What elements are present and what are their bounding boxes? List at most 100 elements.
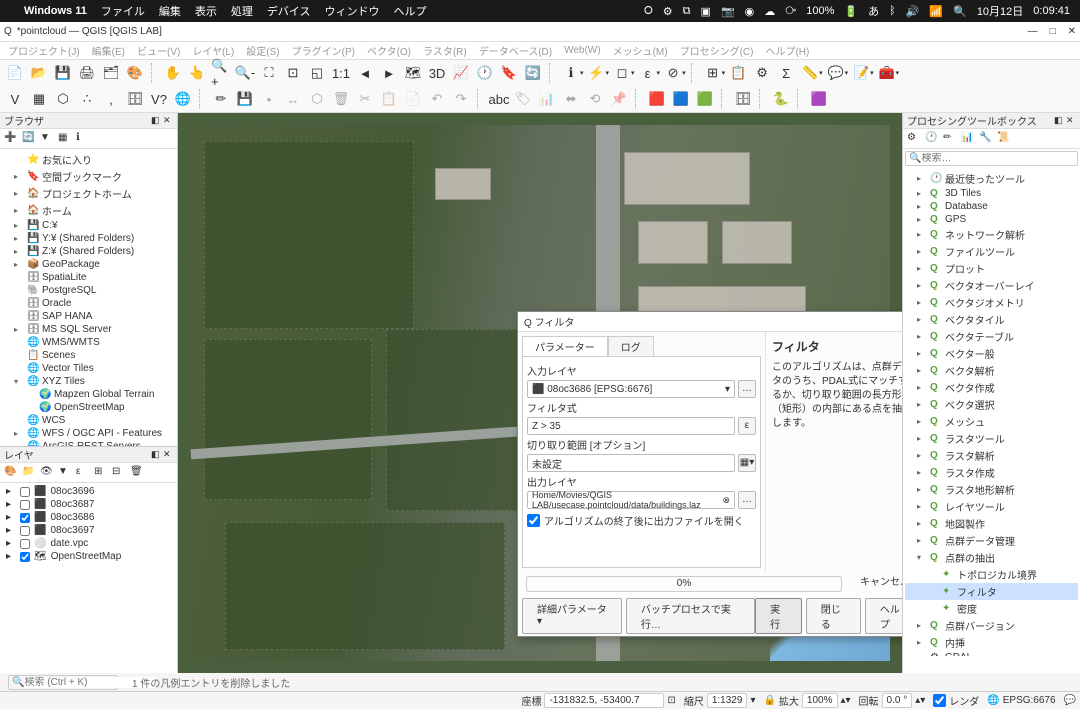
vm-icon[interactable]: ⧉: [683, 5, 691, 18]
model-icon[interactable]: ⚙: [907, 132, 921, 146]
processing-item[interactable]: ▸Qファイルツール: [905, 243, 1078, 260]
qmenu-mesh[interactable]: メッシュ(M): [609, 41, 672, 60]
processing-item[interactable]: ▸Qベクタタイル: [905, 311, 1078, 328]
locator-bar[interactable]: 🔍: [8, 675, 118, 690]
processing-item[interactable]: ▸Qベクター般: [905, 345, 1078, 362]
refresh-icon[interactable]: 🔄: [522, 62, 544, 84]
menu-view[interactable]: 表示: [195, 3, 217, 19]
stats-icon[interactable]: Σ: [775, 62, 797, 84]
layer-item[interactable]: ▸🗺OpenStreetMap: [2, 550, 175, 563]
qmenu-raster[interactable]: ラスタ(R): [419, 41, 471, 60]
script-icon[interactable]: 📜: [997, 132, 1011, 146]
menu-window[interactable]: ウィンドウ: [325, 3, 380, 19]
open-project-icon[interactable]: 📂: [28, 62, 50, 84]
advanced-params-button[interactable]: 詳細パラメータ ▾: [522, 598, 622, 634]
undock-icon[interactable]: ◧: [1054, 115, 1064, 126]
wifi-icon[interactable]: 📶: [929, 5, 943, 18]
tree-item[interactable]: 🌐WCS: [2, 414, 175, 427]
processing-item[interactable]: ✦フィルタ: [905, 583, 1078, 600]
processing-item[interactable]: ▸Qラスタ解析: [905, 447, 1078, 464]
attr-table-icon[interactable]: ⊞: [702, 62, 724, 84]
tree-item[interactable]: ⭐お気に入り: [2, 151, 175, 168]
add-feature-icon[interactable]: •: [258, 88, 280, 110]
tab-log[interactable]: ログ: [608, 336, 654, 356]
cut-icon[interactable]: ✂: [354, 88, 376, 110]
add-pointcloud-icon[interactable]: ∴: [76, 88, 98, 110]
add-spatialite-icon[interactable]: 🗄: [124, 88, 146, 110]
expr-filter-icon[interactable]: ε: [76, 466, 90, 480]
processing-item[interactable]: ▸Qネットワーク解析: [905, 226, 1078, 243]
gear-icon[interactable]: ⚙: [663, 5, 673, 18]
copy-icon[interactable]: 📋: [378, 88, 400, 110]
processing-item[interactable]: ✦トポロジカル境界: [905, 566, 1078, 583]
qmenu-edit[interactable]: 編集(E): [88, 41, 129, 60]
search-input[interactable]: [921, 153, 1074, 164]
select-icon[interactable]: ◻: [611, 62, 633, 84]
menu-help[interactable]: ヘルプ: [394, 3, 427, 19]
qmenu-help[interactable]: ヘルプ(H): [761, 41, 813, 60]
label-tool-icon[interactable]: 🏷: [512, 88, 534, 110]
annotation-icon[interactable]: 📝: [850, 62, 872, 84]
zoom-in-icon[interactable]: 🔍+: [210, 62, 232, 84]
tree-item[interactable]: 🗄SpatiaLite: [2, 271, 175, 284]
close-panel-icon[interactable]: ✕: [163, 115, 173, 126]
tree-item[interactable]: 🌐WMS/WMTS: [2, 336, 175, 349]
filter-expr-input[interactable]: Z > 35: [527, 417, 735, 435]
processing-item[interactable]: ▸Qベクタ選択: [905, 396, 1078, 413]
record-icon[interactable]: ◉: [745, 5, 755, 18]
collapse-icon[interactable]: ▦: [58, 132, 72, 146]
qmenu-processing[interactable]: プロセシング(C): [676, 41, 758, 60]
tree-item[interactable]: 🐘PostgreSQL: [2, 284, 175, 297]
new-layout-icon[interactable]: 🖨: [76, 62, 98, 84]
layer-item[interactable]: ▸⬛08oc3697: [2, 524, 175, 537]
input-icon[interactable]: あ: [868, 3, 879, 19]
tree-item[interactable]: ▸🌐WFS / OGC API - Features: [2, 427, 175, 440]
tree-item[interactable]: ▸🗄MS SQL Server: [2, 323, 175, 336]
extent-button[interactable]: ▦▾: [738, 454, 756, 472]
qmenu-project[interactable]: プロジェクト(J): [4, 41, 84, 60]
processing-search[interactable]: 🔍: [905, 151, 1078, 166]
menu-device[interactable]: デバイス: [267, 3, 311, 19]
filter-br-icon[interactable]: ▼: [40, 132, 54, 146]
style-manager-icon[interactable]: 🎨: [124, 62, 146, 84]
processing-item[interactable]: ▸Qベクタ作成: [905, 379, 1078, 396]
diagram-icon[interactable]: 📊: [536, 88, 558, 110]
processing-item[interactable]: ▸Qラスタ作成: [905, 464, 1078, 481]
tree-item[interactable]: ▸🔖空間ブックマーク: [2, 168, 175, 185]
save-icon[interactable]: 💾: [52, 62, 74, 84]
tree-item[interactable]: ▸🏠ホーム: [2, 202, 175, 219]
qmenu-web[interactable]: Web(W): [560, 43, 604, 58]
processing-item[interactable]: ▸Q点群バージョン: [905, 617, 1078, 634]
elevation-icon[interactable]: 📈: [450, 62, 472, 84]
zoom-full-icon[interactable]: ⛶: [258, 62, 280, 84]
output-path-input[interactable]: Home/Movies/QGIS LAB/usecase.pointcloud/…: [527, 491, 735, 509]
add-delimited-icon[interactable]: ,: [100, 88, 122, 110]
plugin-b-icon[interactable]: 🟦: [670, 88, 692, 110]
menu-edit[interactable]: 編集: [159, 3, 181, 19]
gear-tool-icon[interactable]: ⚙: [751, 62, 773, 84]
deselect-icon[interactable]: ⊘: [662, 62, 684, 84]
refresh-br-icon[interactable]: 🔄: [22, 132, 36, 146]
map-canvas[interactable]: Q フィルタ ✕ パラメーター ログ 入力レイヤ ⬛ 08oc3686 [EPS…: [178, 113, 902, 673]
history-icon[interactable]: 🕐: [925, 132, 939, 146]
pan-selection-icon[interactable]: 👆: [186, 62, 208, 84]
db-manager-icon[interactable]: 🗄: [732, 88, 754, 110]
layer-item[interactable]: ▸⬛08oc3687: [2, 498, 175, 511]
props-icon[interactable]: ℹ: [76, 132, 90, 146]
tree-item[interactable]: ▸💾Y:¥ (Shared Folders): [2, 232, 175, 245]
processing-item[interactable]: ▸Qベクタ解析: [905, 362, 1078, 379]
new-map-icon[interactable]: 🗺: [402, 62, 424, 84]
processing-item[interactable]: ▸QGPS: [905, 213, 1078, 226]
filter-layer-icon[interactable]: ▼: [58, 466, 72, 480]
options-icon[interactable]: 🔧: [979, 132, 993, 146]
processing-item[interactable]: ▸Qレイヤツール: [905, 498, 1078, 515]
save-edits-icon[interactable]: 💾: [234, 88, 256, 110]
tree-item[interactable]: 🌐Vector Tiles: [2, 362, 175, 375]
paste-icon[interactable]: 📄: [402, 88, 424, 110]
processing-item[interactable]: ✦密度: [905, 600, 1078, 617]
close-button[interactable]: ✕: [1068, 26, 1076, 37]
add-group-icon[interactable]: 📁: [22, 466, 36, 480]
processing-item[interactable]: ▸⚙GDAL: [905, 651, 1078, 656]
processing-item[interactable]: ▸Q内挿: [905, 634, 1078, 651]
zoom-selection-icon[interactable]: ⊡: [282, 62, 304, 84]
